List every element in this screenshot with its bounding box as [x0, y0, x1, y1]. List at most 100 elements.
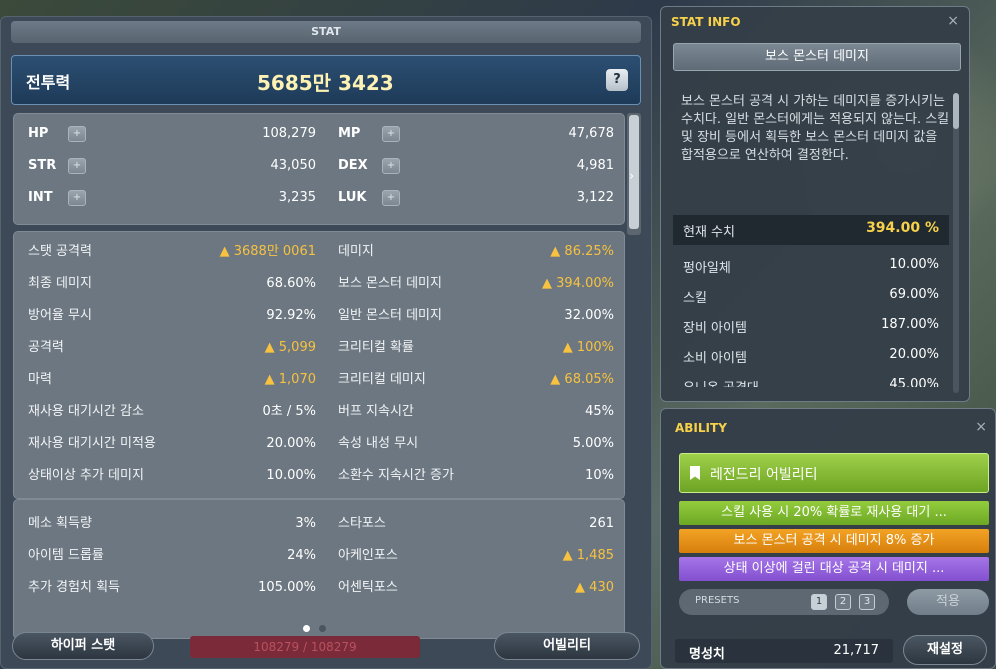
stat-label: HP	[28, 126, 49, 141]
stat-row-hp: HP	[28, 124, 48, 144]
presets-label: PRESETS	[695, 595, 740, 606]
detail-value: ▲ 68.05%	[550, 372, 614, 387]
scrollbar-thumb[interactable]	[953, 93, 959, 129]
stat-value: 108,279	[262, 126, 316, 141]
detail-value: 45%	[585, 404, 614, 419]
stat-row-str: STR	[28, 156, 56, 176]
source-value: 20.00%	[889, 347, 939, 362]
etc-label: 메소 획득량	[28, 516, 92, 531]
detail-label: 마력	[28, 372, 52, 387]
bookmark-icon	[690, 466, 700, 480]
stat-label: DEX	[338, 158, 368, 173]
detail-value: ▲ 100%	[562, 340, 614, 355]
ability-grade: 레전드리 어빌리티	[679, 453, 989, 493]
combat-power-label: 전투력	[26, 73, 71, 92]
detail-label: 스탯 공격력	[28, 244, 92, 259]
source-value: 69.00%	[889, 287, 939, 302]
stat-value: 47,678	[568, 126, 615, 141]
stat-value: 43,050	[270, 158, 317, 173]
reset-button[interactable]: 재설정	[903, 635, 987, 665]
ability-line-3[interactable]: 상태 이상에 걸린 대상 공격 시 데미지 ...	[679, 557, 989, 581]
combat-power-value: 5685만 3423	[257, 71, 394, 95]
stat-info-window: STAT INFO × 보스 몬스터 데미지 보스 몬스터 공격 시 가하는 데…	[660, 6, 970, 402]
plus-icon[interactable]: +	[382, 158, 400, 174]
help-icon[interactable]: ?	[606, 69, 628, 91]
ability-button[interactable]: 어빌리티	[494, 632, 640, 660]
detail-label: 일반 몬스터 데미지	[338, 308, 442, 323]
plus-icon[interactable]: +	[382, 126, 400, 142]
apply-button[interactable]: 적용	[907, 589, 989, 615]
source-row: 스킬 69.00%	[683, 283, 939, 309]
detail-value: 20.00%	[266, 436, 316, 451]
source-label: 소비 아이템	[683, 351, 747, 366]
ability-window: ABILITY × 레전드리 어빌리티 스킬 사용 시 20% 확률로 재사용 …	[660, 408, 996, 669]
plus-icon[interactable]: +	[68, 190, 86, 206]
detail-label: 최종 데미지	[28, 276, 92, 291]
detail-label: 공격력	[28, 340, 64, 355]
stat-info-description: 보스 몬스터 공격 시 가하는 데미지를 증가시키는 수치다. 일반 몬스터에게…	[681, 94, 950, 163]
etc-value: 261	[589, 516, 614, 531]
detail-label: 보스 몬스터 데미지	[338, 276, 442, 291]
stat-label: INT	[28, 190, 53, 205]
stat-value: 4,981	[576, 158, 614, 173]
stat-label: STR	[28, 158, 57, 173]
source-label: 유니온 공격대	[683, 377, 759, 387]
preset-2-button[interactable]: 2	[835, 594, 851, 610]
ability-title: ABILITY	[675, 421, 727, 435]
page-indicator	[301, 617, 328, 636]
source-value: 187.00%	[881, 317, 939, 332]
detail-label: 크리티컬 확률	[338, 340, 414, 355]
stat-info-title: STAT INFO	[671, 15, 741, 29]
plus-icon[interactable]: +	[68, 158, 86, 174]
hp-bar: 108279 / 108279	[190, 636, 420, 658]
etc-value: 24%	[287, 548, 316, 563]
stat-info-scrollbar[interactable]	[953, 93, 959, 393]
detail-label: 데미지	[338, 244, 374, 259]
detail-value: 0초 / 5%	[262, 404, 317, 419]
stat-row-int: INT	[28, 188, 53, 208]
detail-label: 재사용 대기시간 감소	[28, 404, 144, 419]
stat-row-dex: DEX	[338, 156, 368, 176]
source-row: 유니온 공격대 45.00%	[683, 373, 939, 387]
preset-3-button[interactable]: 3	[859, 594, 875, 610]
source-value: 45.00%	[889, 377, 939, 387]
basic-stats-panel: HP + 108,279 MP + 47,678 STR + 43,050 DE…	[13, 113, 625, 225]
stat-label: MP	[338, 126, 361, 141]
detail-value: 10%	[585, 468, 614, 483]
close-icon[interactable]: ×	[947, 13, 959, 29]
stat-value: 3,235	[278, 190, 316, 205]
etc-value: ▲ 430	[575, 580, 614, 595]
plus-icon[interactable]: +	[68, 126, 86, 142]
detail-value: ▲ 1,070	[264, 372, 316, 387]
ability-line-1[interactable]: 스킬 사용 시 20% 확률로 재사용 대기 ...	[679, 501, 989, 525]
detail-label: 크리티컬 데미지	[338, 372, 426, 387]
preset-1-button[interactable]: 1	[811, 594, 827, 610]
etc-value: 3%	[295, 516, 316, 531]
etc-label: 어센틱포스	[338, 580, 398, 595]
source-label: 스킬	[683, 291, 707, 306]
close-icon[interactable]: ×	[975, 419, 987, 435]
detail-label: 방어율 무시	[28, 308, 92, 323]
detail-value: 68.60%	[266, 276, 316, 291]
source-label: 펑아일체	[683, 261, 731, 276]
hyper-stat-button[interactable]: 하이퍼 스탯	[12, 632, 154, 660]
detail-value: ▲ 3688만 0061	[219, 244, 316, 259]
stat-row-mp: MP	[338, 124, 360, 144]
source-row: 펑아일체 10.00%	[683, 253, 939, 279]
source-value: 10.00%	[889, 257, 939, 272]
stat-value: 3,122	[576, 190, 614, 205]
ability-grade-label: 레전드리 어빌리티	[710, 467, 818, 483]
ability-line-2[interactable]: 보스 몬스터 공격 시 데미지 8% 증가	[679, 529, 989, 553]
current-value-label: 현재 수치	[683, 225, 735, 240]
source-row: 소비 아이템 20.00%	[683, 343, 939, 369]
detail-stats-panel: 스탯 공격력 ▲ 3688만 0061 데미지 ▲ 86.25% 최종 데미지 …	[13, 231, 625, 499]
fame-value: 21,717	[833, 643, 880, 658]
detail-value: ▲ 394.00%	[542, 276, 614, 291]
plus-icon[interactable]: +	[382, 190, 400, 206]
stat-window-title[interactable]: STAT	[11, 21, 641, 43]
detail-label: 속성 내성 무시	[338, 436, 419, 451]
source-list: 펑아일체 10.00% 스킬 69.00% 장비 아이템 187.00% 소비 …	[661, 247, 951, 387]
page-dot-1[interactable]	[303, 625, 310, 632]
page-dot-2[interactable]	[319, 625, 327, 632]
chevron-right-icon[interactable]: ›	[629, 167, 641, 187]
